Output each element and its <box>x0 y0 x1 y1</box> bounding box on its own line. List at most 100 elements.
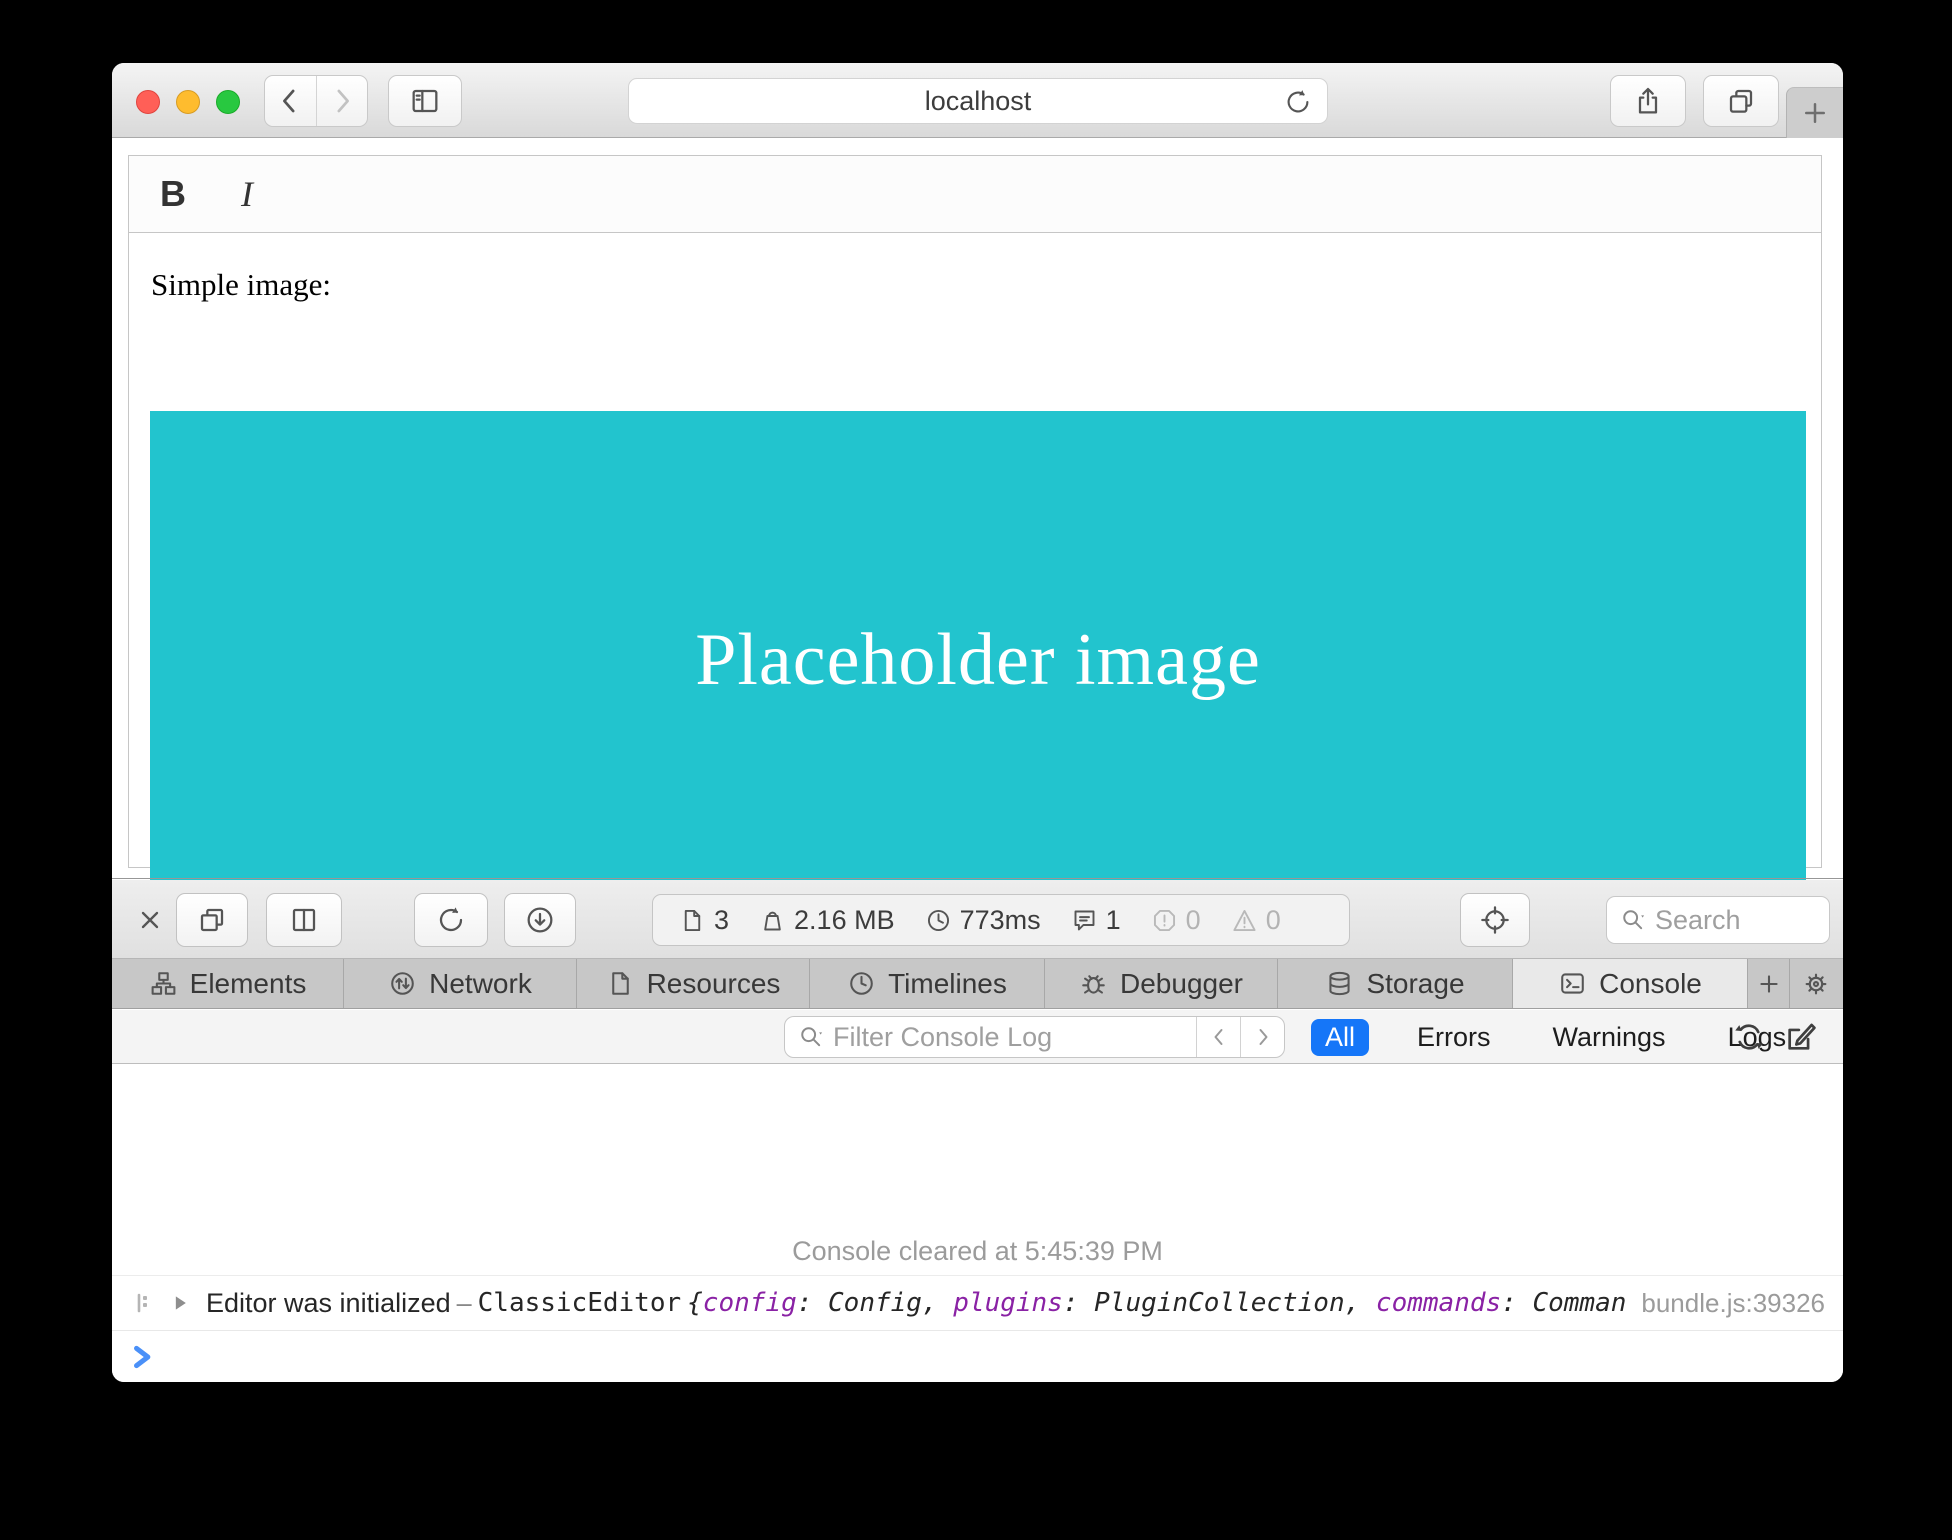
debugger-icon <box>1079 969 1108 998</box>
log-source-link[interactable]: bundle.js:39326 <box>1641 1288 1825 1319</box>
sidebar-toggle-button[interactable] <box>388 75 462 127</box>
page-size-stat: 2.16 MB <box>759 905 895 936</box>
storage-icon <box>1325 969 1354 998</box>
console-log-row[interactable]: Editor was initialized – ClassicEditor {… <box>112 1276 1843 1331</box>
address-bar[interactable]: localhost <box>628 78 1328 124</box>
web-page-content: B I Simple image: Placeholder image <box>112 139 1843 878</box>
search-icon <box>1619 906 1647 934</box>
download-button[interactable] <box>504 893 576 947</box>
clear-console-icon[interactable] <box>1784 1020 1818 1054</box>
console-cleared-row: Console cleared at 5:45:39 PM <box>112 1227 1843 1276</box>
placeholder-image[interactable]: Placeholder image <box>150 411 1806 909</box>
document-icon <box>679 907 706 934</box>
disclosure-triangle-icon[interactable] <box>170 1293 190 1313</box>
zoom-window-button[interactable] <box>216 90 240 114</box>
elements-icon <box>149 969 178 998</box>
warning-count-stat: 0 <box>1231 905 1281 936</box>
detach-inspector-button[interactable] <box>176 893 248 947</box>
network-icon <box>388 969 417 998</box>
tab-overview-button[interactable] <box>1703 75 1779 127</box>
timelines-icon <box>847 969 876 998</box>
filter-search-icon <box>797 1023 825 1051</box>
plus-icon <box>1755 970 1783 998</box>
url-text: localhost <box>925 86 1032 117</box>
tab-storage[interactable]: Storage <box>1278 959 1513 1008</box>
console-filter-input[interactable] <box>833 1022 1184 1053</box>
scope-errors-button[interactable]: Errors <box>1403 1019 1505 1056</box>
warning-icon <box>1231 907 1258 934</box>
forward-button[interactable] <box>316 76 367 126</box>
split-view-icon <box>288 904 320 936</box>
tab-console[interactable]: Console <box>1513 959 1748 1008</box>
reload-icon[interactable] <box>1283 87 1313 117</box>
log-dash: – <box>457 1288 472 1319</box>
share-button[interactable] <box>1610 75 1686 127</box>
web-inspector: 3 2.16 MB 773ms <box>112 878 1843 1382</box>
tab-debugger[interactable]: Debugger <box>1045 959 1278 1008</box>
speech-bubble-icon <box>1071 907 1098 934</box>
safari-window: localhost <box>112 63 1843 1382</box>
add-tab-button[interactable] <box>1748 959 1790 1008</box>
weight-icon <box>759 907 786 934</box>
editor-content[interactable]: Simple image: Placeholder image <box>129 234 1821 867</box>
sidebar-icon <box>409 85 441 117</box>
console-scope-buttons: All Errors Warnings Logs <box>1311 1017 1800 1057</box>
minimize-window-button[interactable] <box>176 90 200 114</box>
placeholder-image-text: Placeholder image <box>695 618 1261 703</box>
filter-previous-button[interactable] <box>1196 1017 1240 1057</box>
detach-window-icon <box>196 904 228 936</box>
close-window-button[interactable] <box>136 90 160 114</box>
reload-page-button[interactable] <box>414 893 488 947</box>
tab-timelines[interactable]: Timelines <box>810 959 1045 1008</box>
editor-toolbar: B I <box>129 156 1821 233</box>
error-icon <box>1151 907 1178 934</box>
prompt-chevron-icon <box>130 1344 156 1370</box>
scope-warnings-button[interactable]: Warnings <box>1539 1019 1680 1056</box>
clock-icon <box>925 907 952 934</box>
inspector-search-field[interactable] <box>1606 896 1830 944</box>
back-chevron-icon <box>275 86 305 116</box>
log-count-stat: 1 <box>1071 905 1121 936</box>
tab-network[interactable]: Network <box>344 959 577 1008</box>
split-view-button[interactable] <box>266 893 342 947</box>
log-class-name: ClassicEditor <box>478 1288 682 1318</box>
paragraph-text: Simple image: <box>151 267 1821 303</box>
close-inspector-button[interactable] <box>132 902 168 938</box>
log-message-text: Editor was initialized <box>206 1288 451 1319</box>
resource-stats-panel[interactable]: 3 2.16 MB 773ms <box>652 894 1350 946</box>
log-type-icon <box>132 1291 156 1315</box>
close-x-icon <box>136 906 164 934</box>
load-time-stat: 773ms <box>925 905 1041 936</box>
gear-icon <box>1801 969 1831 999</box>
console-filter-field[interactable] <box>784 1016 1285 1058</box>
error-count-stat: 0 <box>1151 905 1201 936</box>
element-picker-button[interactable] <box>1460 893 1530 947</box>
bold-button-label: B <box>160 173 186 215</box>
italic-button[interactable]: I <box>217 164 277 224</box>
object-preview[interactable]: {config: Config, plugins: PluginCollecti… <box>687 1288 1627 1318</box>
settings-button[interactable] <box>1790 959 1842 1008</box>
bold-button[interactable]: B <box>143 164 203 224</box>
plus-icon <box>1800 98 1830 128</box>
console-output[interactable]: Console cleared at 5:45:39 PM <box>112 1065 1843 1382</box>
inspector-toolbar: 3 2.16 MB 773ms <box>112 880 1843 959</box>
chevron-right-icon <box>1251 1025 1275 1049</box>
history-nav-group <box>264 75 368 127</box>
italic-button-label: I <box>241 173 253 215</box>
preserve-log-icon[interactable] <box>1732 1020 1766 1054</box>
scope-all-button[interactable]: All <box>1311 1019 1369 1056</box>
forward-chevron-icon <box>327 86 357 116</box>
document-count-stat: 3 <box>679 905 729 936</box>
resources-icon <box>606 969 635 998</box>
console-prompt-row[interactable] <box>112 1331 1843 1382</box>
console-option-icons <box>1732 1017 1818 1057</box>
filter-next-button[interactable] <box>1240 1017 1284 1057</box>
download-icon <box>524 904 556 936</box>
rich-text-editor: B I Simple image: Placeholder image <box>128 155 1822 868</box>
tab-resources[interactable]: Resources <box>577 959 810 1008</box>
tab-elements[interactable]: Elements <box>112 959 344 1008</box>
search-input[interactable] <box>1655 905 1795 936</box>
back-button[interactable] <box>265 76 316 126</box>
reload-icon <box>435 904 467 936</box>
new-tab-button[interactable] <box>1786 87 1843 138</box>
